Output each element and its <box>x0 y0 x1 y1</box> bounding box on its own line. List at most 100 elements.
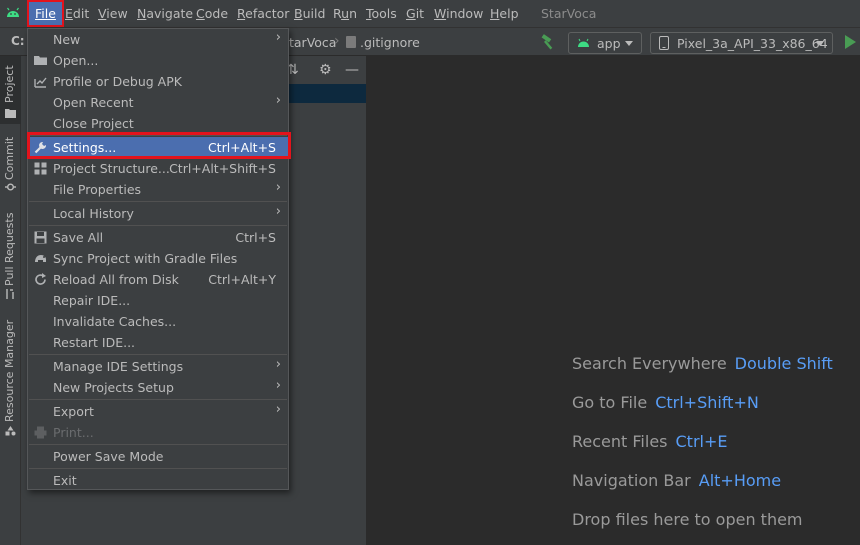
hint-label: Search Everywhere <box>572 354 727 373</box>
commit-icon <box>5 183 16 191</box>
file-menu-file-properties[interactable]: File Properties › <box>28 179 288 200</box>
menu-separator <box>29 225 287 226</box>
tool-tab-project-label: Project <box>3 65 16 103</box>
menu-item-label: Exit <box>53 473 77 488</box>
device-label: Pixel_3a_API_33_x86_64 <box>677 36 828 51</box>
resource-manager-icon <box>5 426 16 436</box>
menu-separator <box>29 468 287 469</box>
menu-help[interactable]: Help <box>490 0 519 27</box>
file-menu-new-projects-setup[interactable]: New Projects Setup › <box>28 377 288 398</box>
menu-refactor[interactable]: Refactor <box>237 0 289 27</box>
menu-window[interactable]: Window <box>434 0 483 27</box>
file-menu-export[interactable]: Export › <box>28 401 288 422</box>
hint-drop-files: Drop files here to open them <box>572 510 803 529</box>
file-menu-dropdown: New › Open... Profile or Debug APK Open … <box>27 28 289 490</box>
breadcrumb-project[interactable]: tarVoca <box>289 35 336 50</box>
file-menu-close-project[interactable]: Close Project <box>28 113 288 134</box>
menu-refactor-rest: efactor <box>245 6 290 21</box>
file-menu-settings[interactable]: Settings... Ctrl+Alt+S <box>28 137 288 158</box>
menu-run[interactable]: Run <box>333 0 357 27</box>
file-menu-profile-apk[interactable]: Profile or Debug APK <box>28 71 288 92</box>
hint-go-to-file: Go to File Ctrl+Shift+N <box>572 393 759 412</box>
hint-search-everywhere: Search Everywhere Double Shift <box>572 354 833 373</box>
menu-build-rest: uild <box>302 6 326 21</box>
menu-item-label: Repair IDE... <box>53 293 131 308</box>
hint-label: Navigation Bar <box>572 471 691 490</box>
file-menu-new[interactable]: New › <box>28 29 288 50</box>
project-tree-selected-row[interactable] <box>289 84 366 103</box>
save-icon <box>34 231 47 244</box>
android-studio-logo-icon[interactable] <box>4 4 22 22</box>
menu-item-label: Print... <box>53 425 94 440</box>
file-menu-sync-gradle[interactable]: Sync Project with Gradle Files <box>28 248 288 269</box>
menu-view-rest: iew <box>106 6 128 21</box>
gear-icon[interactable]: ⚙ <box>319 62 332 78</box>
android-icon <box>578 38 589 47</box>
tool-tab-resource-manager[interactable]: Resource Manager <box>0 318 21 442</box>
menu-build[interactable]: Build <box>294 0 325 27</box>
menu-code[interactable]: Code <box>196 0 228 27</box>
device-select[interactable]: Pixel_3a_API_33_x86_64 <box>650 32 833 54</box>
phone-icon <box>659 36 669 50</box>
breadcrumb-file[interactable]: .gitignore <box>360 35 420 50</box>
file-menu-invalidate-caches[interactable]: Invalidate Caches... <box>28 311 288 332</box>
menu-window-rest: indow <box>446 6 484 21</box>
chevron-down-icon <box>816 41 824 46</box>
file-menu-reload-disk[interactable]: Reload All from Disk Ctrl+Alt+Y <box>28 269 288 290</box>
menu-item-label: File Properties <box>53 182 142 197</box>
chevron-right-icon: › <box>275 180 281 195</box>
wrench-icon <box>34 141 47 154</box>
menu-item-label: Power Save Mode <box>53 449 164 464</box>
menu-item-label: New Projects Setup <box>53 380 174 395</box>
menu-git[interactable]: Git <box>406 0 424 27</box>
menu-navigate[interactable]: Navigate <box>137 0 193 27</box>
menu-item-label: Settings... <box>53 140 117 155</box>
file-menu-open[interactable]: Open... <box>28 50 288 71</box>
menu-separator <box>29 354 287 355</box>
tool-tab-commit-label: Commit <box>3 136 16 180</box>
file-menu-local-history[interactable]: Local History › <box>28 203 288 224</box>
menu-run-n: n <box>349 6 357 21</box>
hint-label: Go to File <box>572 393 648 412</box>
file-icon <box>346 36 356 48</box>
menu-item-label: Close Project <box>53 116 134 131</box>
file-menu-manage-ide-settings[interactable]: Manage IDE Settings › <box>28 356 288 377</box>
file-menu-save-all[interactable]: Save All Ctrl+S <box>28 227 288 248</box>
menu-item-label: Manage IDE Settings <box>53 359 184 374</box>
file-menu-project-structure[interactable]: Project Structure... Ctrl+Alt+Shift+S <box>28 158 288 179</box>
menu-item-label: Project Structure... <box>53 161 170 176</box>
menu-file[interactable]: File <box>29 0 62 27</box>
left-tool-strip: Project Commit Pull Requests Resource Ma… <box>0 56 21 545</box>
menu-help-rest: elp <box>499 6 519 21</box>
menu-item-shortcut: Ctrl+Alt+S <box>207 140 276 155</box>
file-menu-repair-ide[interactable]: Repair IDE... <box>28 290 288 311</box>
file-menu-restart-ide[interactable]: Restart IDE... <box>28 332 288 353</box>
folder-icon <box>5 109 16 118</box>
profile-apk-icon <box>34 77 47 88</box>
menu-git-rest: it <box>415 6 425 21</box>
file-menu-power-save[interactable]: Power Save Mode <box>28 446 288 467</box>
menu-tools-rest: ools <box>371 6 397 21</box>
chevron-right-icon: › <box>275 93 281 108</box>
file-menu-exit[interactable]: Exit <box>28 470 288 491</box>
menu-navigate-rest: avigate <box>146 6 194 21</box>
breadcrumb-root[interactable]: C: <box>11 34 25 48</box>
menu-edit[interactable]: Edit <box>65 0 89 27</box>
run-icon[interactable] <box>845 35 856 49</box>
menu-view[interactable]: View <box>98 0 128 27</box>
chevron-right-icon: › <box>275 378 281 393</box>
menu-item-shortcut: Ctrl+Alt+Shift+S <box>169 161 276 176</box>
tool-tab-pull-requests[interactable]: Pull Requests <box>0 206 21 304</box>
gradle-sync-icon <box>35 255 46 262</box>
menu-item-label: Profile or Debug APK <box>53 74 182 89</box>
tool-tab-project[interactable]: Project <box>0 56 21 124</box>
hammer-build-icon[interactable] <box>539 33 557 51</box>
file-menu-open-recent[interactable]: Open Recent › <box>28 92 288 113</box>
breadcrumb-separator-icon: › <box>334 33 340 49</box>
hide-panel-icon[interactable]: — <box>345 62 359 78</box>
chevron-right-icon: › <box>275 204 281 219</box>
run-config-select[interactable]: app <box>568 32 642 54</box>
menu-run-r: R <box>333 6 342 21</box>
menu-tools[interactable]: Tools <box>366 0 397 27</box>
tool-tab-commit[interactable]: Commit <box>0 128 21 198</box>
